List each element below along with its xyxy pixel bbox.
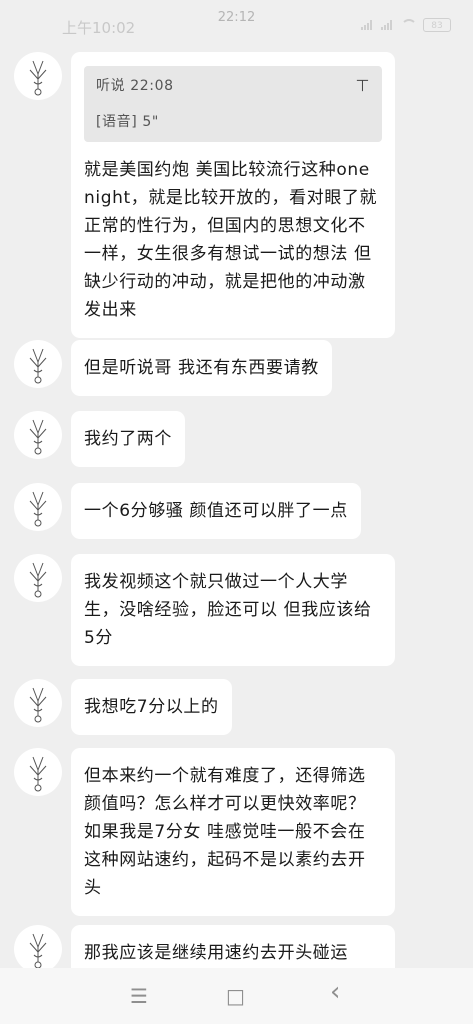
message-text: 但本来约一个就有难度了，还得筛选颜值吗？怎么样才可以更快效率呢？ 如果我是7分女… [84,766,366,898]
signal-icon [361,20,375,30]
message-bubble[interactable]: 我约了两个 [71,411,185,467]
avatar[interactable] [14,483,62,531]
message-bubble[interactable]: 我想吃7分以上的 [71,679,232,735]
message-text: 我发视频这个就只做过一个人大学生，没啥经验，脸还可以 但我应该给5分 [84,572,372,648]
pin-top-icon[interactable]: ⊤ [355,76,370,96]
message-text: 但是听说哥 我还有东西要请教 [84,358,319,378]
quoted-message[interactable]: 听说 22:08 [语音] 5" ⊤ [84,66,382,142]
avatar[interactable] [14,52,62,100]
navigation-bar: ☰ □ ‹ [0,968,473,1024]
message-text: 就是美国约炮 美国比较流行这种one night，就是比较开放的，看对眼了就正常… [84,160,378,320]
message-text: 一个6分够骚 颜值还可以胖了一点 [84,501,348,521]
avatar[interactable] [14,340,62,388]
quote-body: [语音] 5" [96,114,159,130]
menu-icon[interactable]: ☰ [130,986,148,1006]
home-icon[interactable]: □ [226,986,245,1006]
message-text: 我想吃7分以上的 [84,697,219,717]
message-bubble[interactable]: 听说 22:08 [语音] 5" ⊤ 就是美国约炮 美国比较流行这种one ni… [71,52,395,338]
message-bubble[interactable]: 一个6分够骚 颜值还可以胖了一点 [71,483,361,539]
message-text: 那我应该是继续用速约去开头碰运 [84,943,348,963]
back-icon[interactable]: ‹ [330,979,340,1005]
battery-icon: 83 [423,18,451,32]
avatar[interactable] [14,411,62,459]
message-bubble[interactable]: 但是听说哥 我还有东西要请教 [71,340,332,396]
message-text: 我约了两个 [84,429,172,449]
quote-title: 听说 22:08 [96,78,174,94]
avatar[interactable] [14,748,62,796]
status-icons: 83 [361,18,451,32]
avatar[interactable] [14,925,62,973]
avatar[interactable] [14,554,62,602]
message-bubble[interactable]: 但本来约一个就有难度了，还得筛选颜值吗？怎么样才可以更快效率呢？ 如果我是7分女… [71,748,395,916]
status-bar: 上午10:02 22:12 83 [0,0,473,46]
avatar[interactable] [14,679,62,727]
message-bubble[interactable]: 我发视频这个就只做过一个人大学生，没啥经验，脸还可以 但我应该给5分 [71,554,395,666]
signal-icon [381,20,395,30]
wifi-icon [401,19,417,31]
